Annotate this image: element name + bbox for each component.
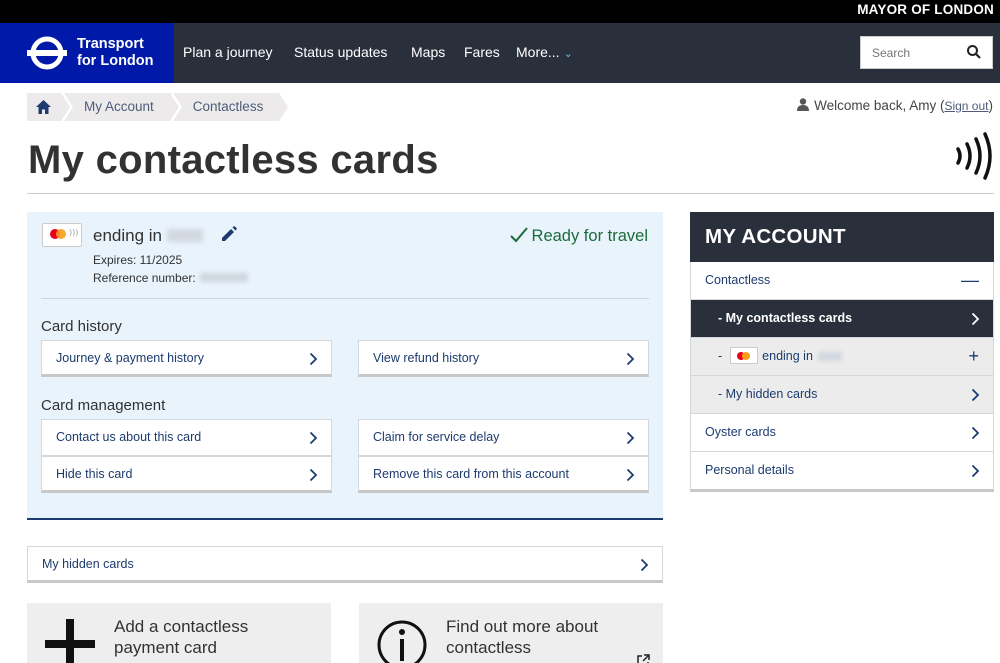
find-out-more-text: Find out more about contactless [446, 617, 599, 657]
breadcrumb: My Account Contactless [27, 93, 288, 121]
my-account-sidebar: MY ACCOUNT Contactless — - My contactles… [690, 212, 994, 492]
chevron-right-icon [640, 558, 649, 572]
title-divider [27, 193, 994, 194]
card-history-heading: Card history [41, 318, 122, 335]
nav-status-updates[interactable]: Status updates [294, 44, 387, 60]
my-hidden-cards-link[interactable]: My hidden cards [27, 546, 663, 583]
chevron-right-icon [309, 431, 318, 445]
sidebar-item-my-hidden-cards[interactable]: - My hidden cards [690, 376, 994, 414]
sidebar-item-oyster-cards[interactable]: Oyster cards [690, 414, 994, 452]
search-box [860, 36, 993, 69]
nav-more[interactable]: More... ⌄ [516, 44, 573, 60]
breadcrumb-my-account[interactable]: My Account [64, 93, 179, 121]
info-icon [377, 620, 427, 663]
expand-plus-icon[interactable]: + [968, 338, 979, 375]
redacted-card-number [817, 352, 842, 361]
search-icon[interactable] [966, 44, 982, 60]
chevron-right-icon [626, 352, 635, 366]
mastercard-icon [730, 347, 759, 364]
user-icon [797, 98, 810, 111]
chevron-right-icon [971, 426, 980, 440]
breadcrumb-home[interactable] [27, 93, 70, 121]
home-icon [36, 100, 51, 114]
chevron-down-icon: ⌄ [563, 48, 573, 60]
chevron-right-icon [971, 464, 980, 478]
chevron-right-icon [626, 431, 635, 445]
redacted-card-number [167, 229, 204, 242]
sidebar-item-my-contactless-cards[interactable]: - My contactless cards [690, 300, 994, 338]
collapse-minus-icon[interactable]: — [961, 262, 979, 299]
sidebar-item-card[interactable]: - ending in + [690, 338, 994, 376]
claim-service-delay-link[interactable]: Claim for service delay [358, 419, 649, 456]
nav-plan-journey[interactable]: Plan a journey [183, 44, 273, 60]
chevron-right-icon [309, 352, 318, 366]
contactless-icon [956, 132, 992, 180]
add-card-text: Add a contactless payment card [114, 617, 249, 657]
contact-us-link[interactable]: Contact us about this card [41, 419, 332, 456]
tfl-roundel-icon [27, 36, 67, 70]
nav-maps[interactable]: Maps [411, 44, 445, 60]
card-panel: ))) ending in Ready for travel Expires: … [27, 212, 663, 520]
chevron-right-icon [971, 312, 980, 326]
sidebar-item-contactless[interactable]: Contactless — [690, 262, 994, 300]
plus-icon [45, 619, 95, 663]
card-reference: Reference number: [93, 271, 248, 285]
check-icon [509, 227, 528, 243]
welcome-message: Welcome back, Amy (Sign out) [797, 98, 993, 113]
card-expiry: Expires: 11/2025 [93, 253, 183, 267]
mastercard-icon: ))) [42, 223, 82, 247]
card-management-heading: Card management [41, 397, 166, 414]
external-link-icon [637, 654, 650, 663]
breadcrumb-contactless[interactable]: Contactless [172, 93, 288, 121]
chevron-right-icon [309, 468, 318, 482]
journey-payment-history-link[interactable]: Journey & payment history [41, 340, 332, 377]
sign-out-link[interactable]: Sign out [944, 99, 988, 113]
remove-card-link[interactable]: Remove this card from this account [358, 456, 649, 493]
search-input[interactable] [861, 37, 961, 68]
redacted-reference [199, 273, 248, 282]
edit-pencil-icon[interactable] [220, 225, 238, 243]
sidebar-item-personal-details[interactable]: Personal details [690, 452, 994, 492]
chevron-right-icon [971, 388, 980, 402]
panel-divider [41, 298, 649, 299]
page-title: My contactless cards [28, 138, 439, 182]
find-out-more-tile[interactable]: Find out more about contactless [359, 603, 663, 663]
logo-text: Transport for London [77, 36, 154, 69]
sidebar-title: MY ACCOUNT [690, 212, 994, 262]
top-bar: MAYOR OF LONDON [0, 0, 1000, 23]
main-nav: Transport for London Plan a journey Stat… [0, 23, 1000, 83]
card-ending: ending in [93, 226, 204, 246]
ready-status: Ready for travel [509, 227, 648, 246]
nav-fares[interactable]: Fares [464, 44, 500, 60]
add-card-tile[interactable]: Add a contactless payment card [27, 603, 331, 663]
hide-card-link[interactable]: Hide this card [41, 456, 332, 493]
mayor-of-london-logo[interactable]: MAYOR OF LONDON [857, 2, 994, 17]
tfl-logo[interactable]: Transport for London [0, 23, 174, 83]
view-refund-history-link[interactable]: View refund history [358, 340, 649, 377]
chevron-right-icon [626, 468, 635, 482]
